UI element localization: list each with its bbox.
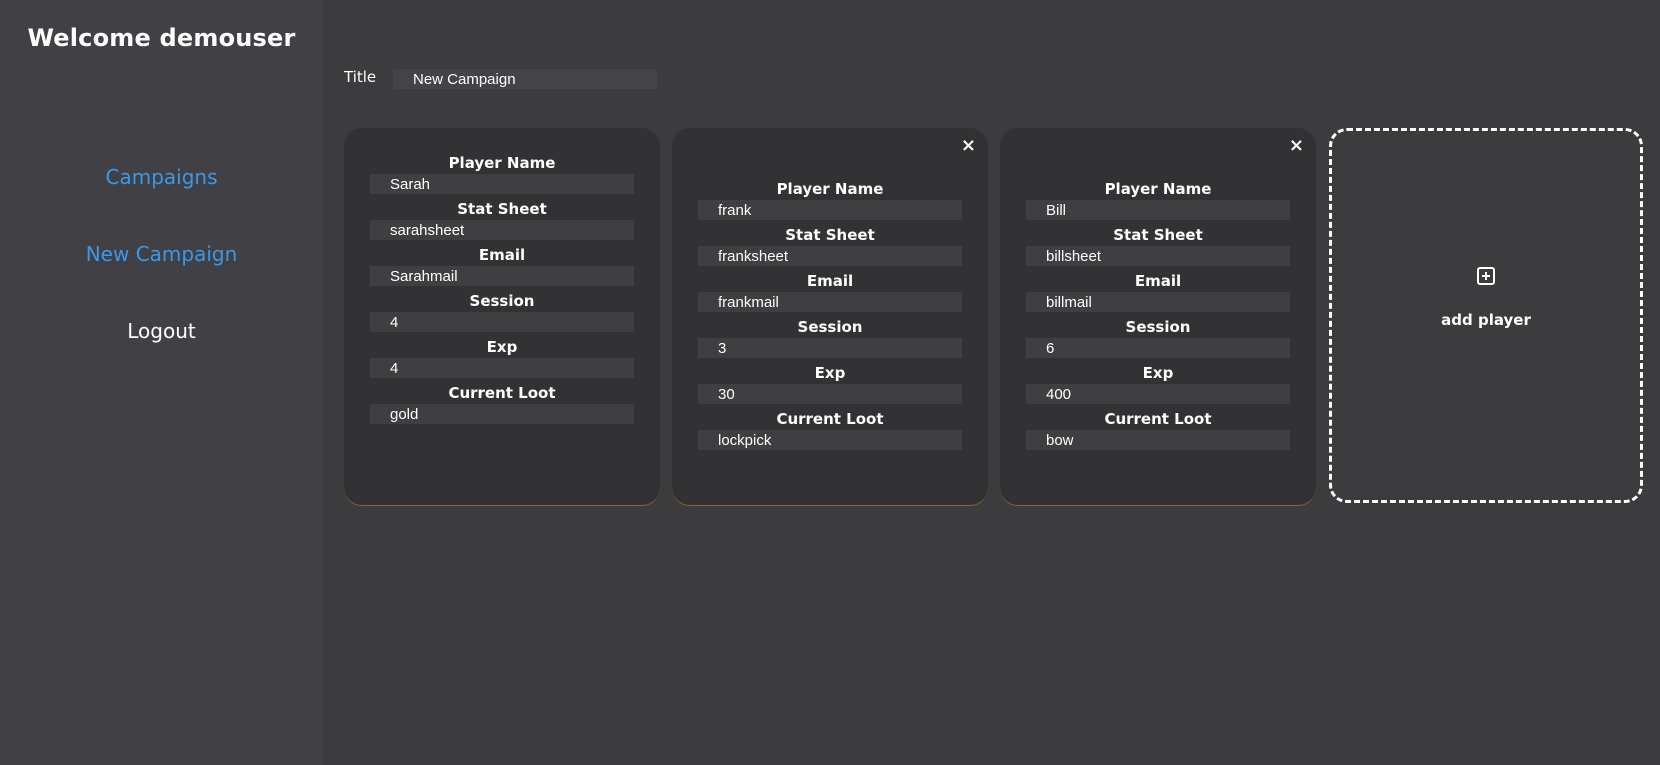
- player-form: Player Name Stat Sheet Email Session Exp…: [370, 148, 634, 424]
- player-name-input[interactable]: [370, 174, 634, 194]
- add-player-button[interactable]: add player: [1329, 128, 1643, 503]
- player-name-label: Player Name: [448, 154, 556, 172]
- current-loot-label: Current Loot: [776, 410, 884, 428]
- session-label: Session: [797, 318, 863, 336]
- player-name-input[interactable]: [1026, 200, 1290, 220]
- email-label: Email: [806, 272, 854, 290]
- exp-label: Exp: [486, 338, 518, 356]
- exp-input[interactable]: [698, 384, 962, 404]
- current-loot-input[interactable]: [370, 404, 634, 424]
- add-player-label: add player: [1441, 311, 1531, 329]
- session-input[interactable]: [698, 338, 962, 358]
- remove-player-button[interactable]: ×: [1289, 136, 1304, 156]
- player-name-label: Player Name: [1104, 180, 1212, 198]
- player-card: Player Name Stat Sheet Email Session Exp…: [344, 128, 660, 506]
- stat-sheet-label: Stat Sheet: [1113, 226, 1203, 244]
- session-label: Session: [1125, 318, 1191, 336]
- player-form: Player Name Stat Sheet Email Session Exp…: [1026, 174, 1290, 450]
- plus-square-icon: [1477, 267, 1495, 285]
- player-name-input[interactable]: [698, 200, 962, 220]
- exp-label: Exp: [1142, 364, 1174, 382]
- session-label: Session: [469, 292, 535, 310]
- title-label: Title: [344, 68, 377, 86]
- stat-sheet-label: Stat Sheet: [785, 226, 875, 244]
- email-label: Email: [1134, 272, 1182, 290]
- current-loot-input[interactable]: [1026, 430, 1290, 450]
- remove-player-button[interactable]: ×: [961, 136, 976, 156]
- nav-logout[interactable]: Logout: [0, 319, 323, 343]
- player-card: × Player Name Stat Sheet Email Session E…: [1000, 128, 1316, 506]
- email-input[interactable]: [370, 266, 634, 286]
- stat-sheet-input[interactable]: [1026, 246, 1290, 266]
- nav-campaigns[interactable]: Campaigns: [0, 165, 323, 189]
- exp-input[interactable]: [370, 358, 634, 378]
- welcome-heading: Welcome demouser: [27, 24, 296, 52]
- current-loot-label: Current Loot: [1104, 410, 1212, 428]
- player-card: × Player Name Stat Sheet Email Session E…: [672, 128, 988, 506]
- exp-input[interactable]: [1026, 384, 1290, 404]
- stat-sheet-input[interactable]: [698, 246, 962, 266]
- current-loot-label: Current Loot: [448, 384, 556, 402]
- player-name-label: Player Name: [776, 180, 884, 198]
- stat-sheet-label: Stat Sheet: [457, 200, 547, 218]
- sidebar: Welcome demouser Campaigns New Campaign …: [0, 0, 323, 765]
- title-input[interactable]: [393, 69, 657, 89]
- email-label: Email: [478, 246, 526, 264]
- exp-label: Exp: [814, 364, 846, 382]
- nav-new-campaign[interactable]: New Campaign: [0, 242, 323, 266]
- email-input[interactable]: [1026, 292, 1290, 312]
- session-input[interactable]: [1026, 338, 1290, 358]
- session-input[interactable]: [370, 312, 634, 332]
- player-form: Player Name Stat Sheet Email Session Exp…: [698, 174, 962, 450]
- current-loot-input[interactable]: [698, 430, 962, 450]
- email-input[interactable]: [698, 292, 962, 312]
- stat-sheet-input[interactable]: [370, 220, 634, 240]
